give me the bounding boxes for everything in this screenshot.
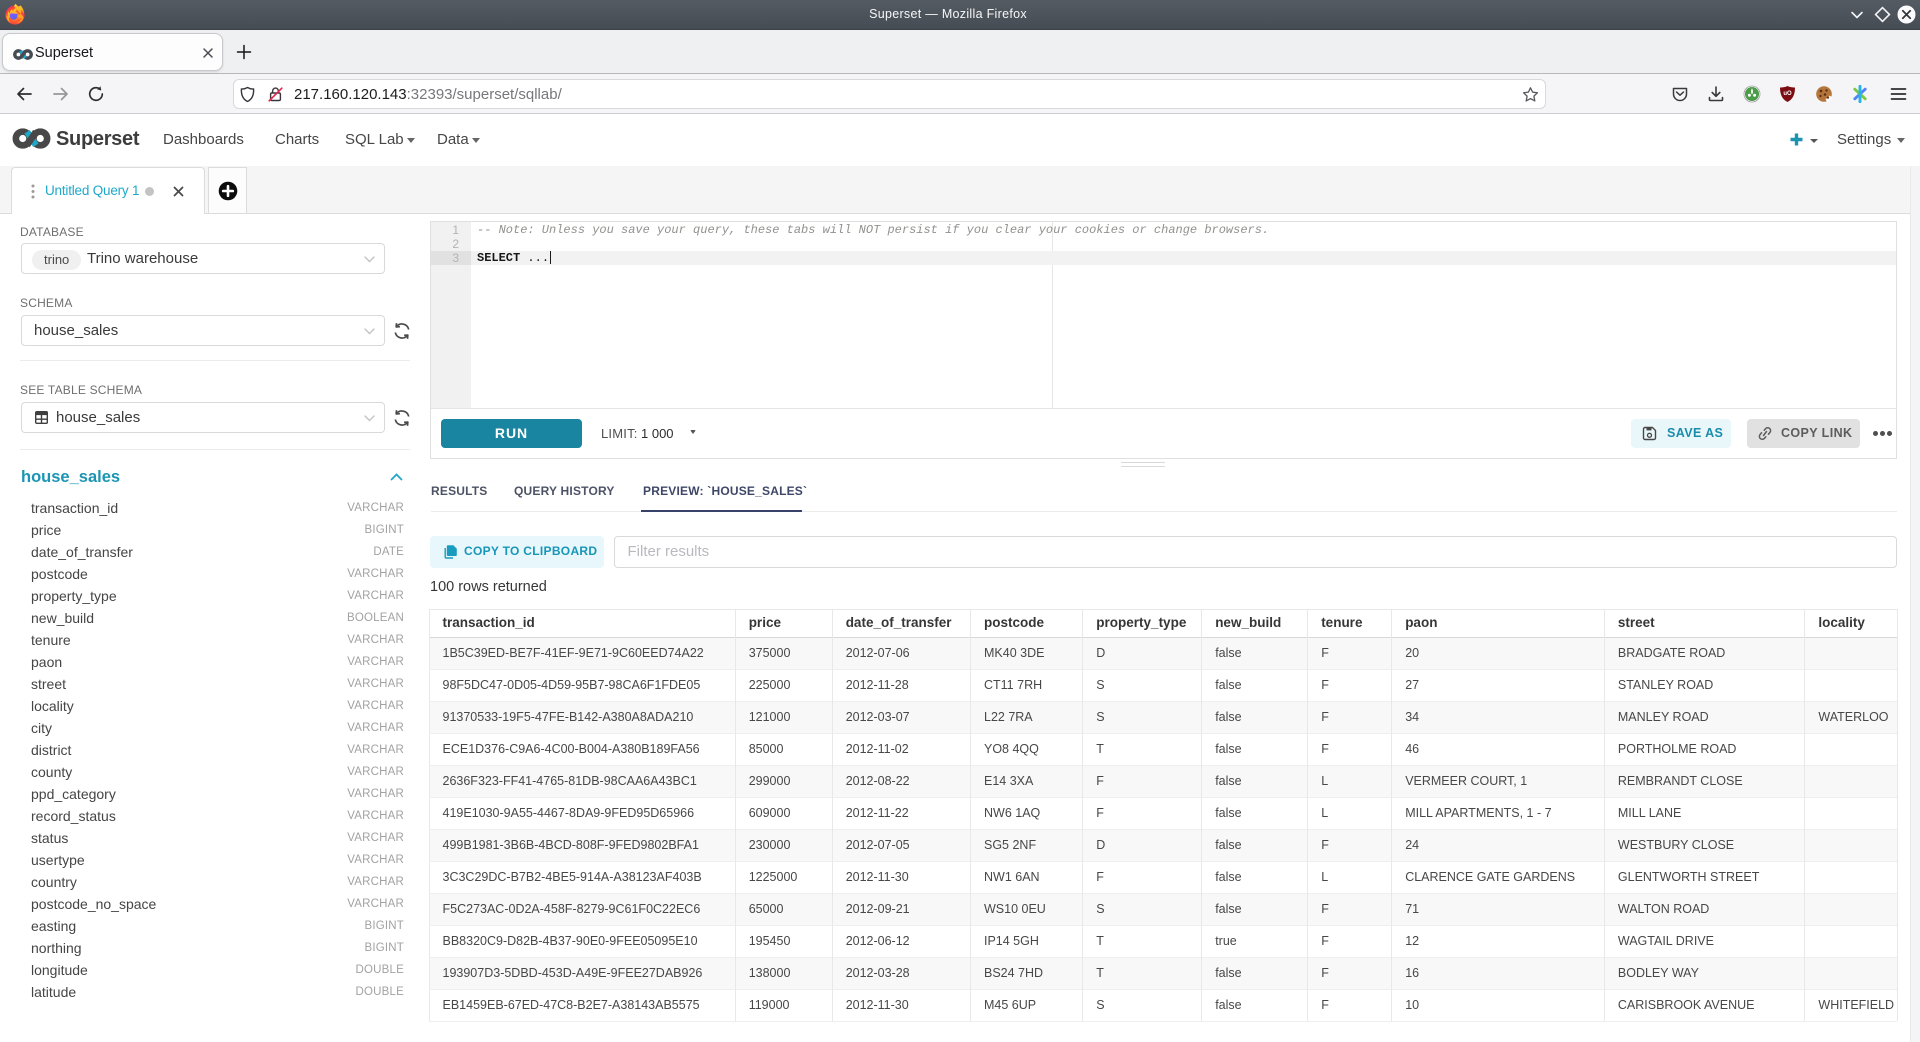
svg-text:uO: uO <box>1783 91 1792 97</box>
